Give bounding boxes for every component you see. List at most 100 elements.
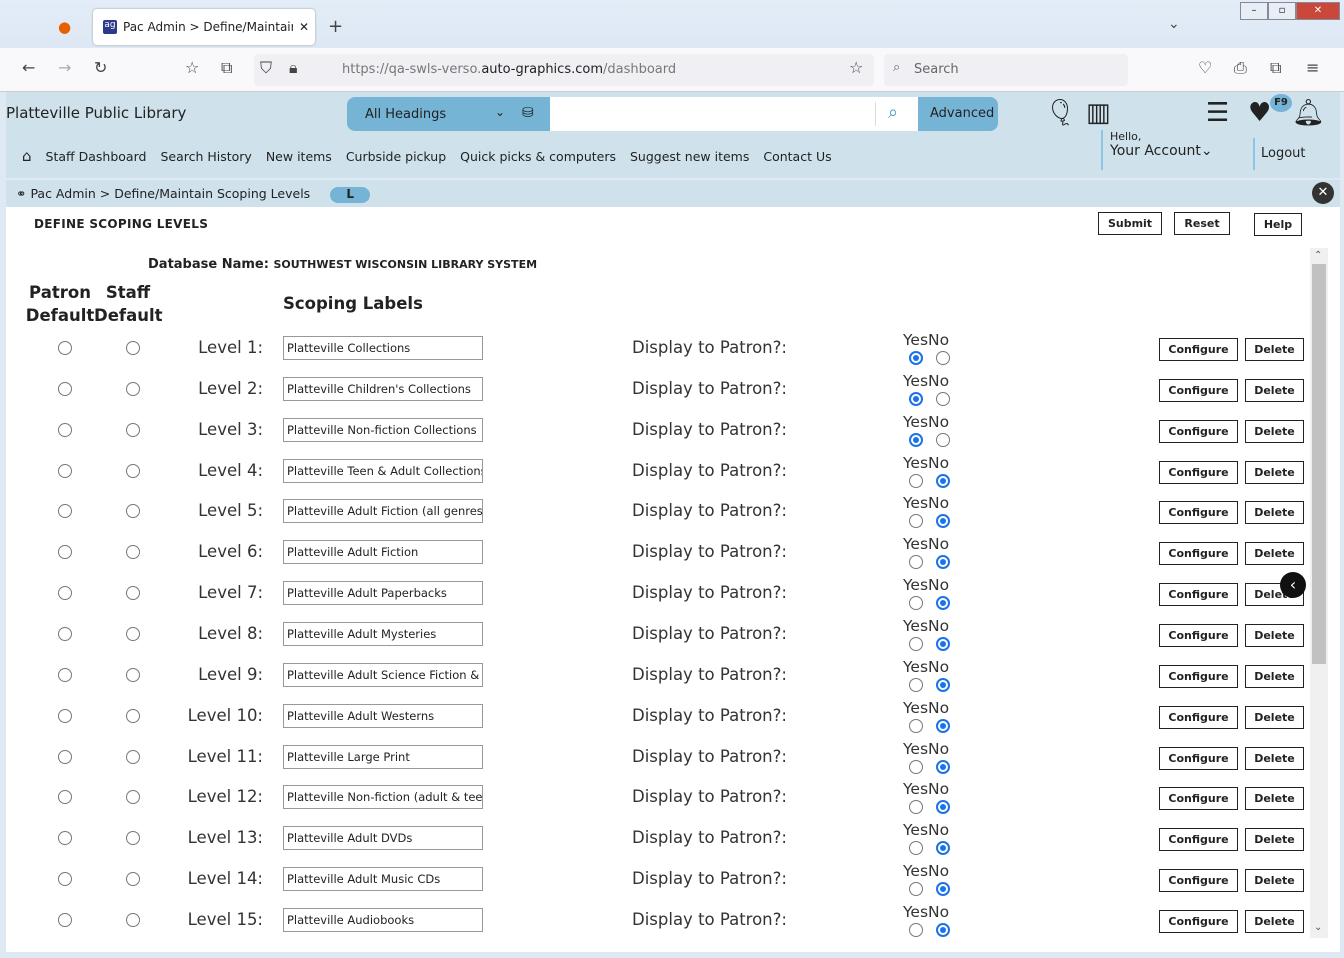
configure-button[interactable]: Configure xyxy=(1159,623,1238,647)
search-scope-select[interactable]: All Headings xyxy=(365,107,446,122)
patron-default-radio[interactable] xyxy=(58,463,72,478)
bookmark-import-icon[interactable]: ☆ xyxy=(185,58,199,77)
chevron-left-icon[interactable]: ‹ xyxy=(1280,572,1306,598)
staff-default-radio[interactable] xyxy=(126,381,140,396)
display-yes-radio[interactable] xyxy=(909,718,923,733)
level-pill[interactable]: L xyxy=(330,187,371,203)
delete-button[interactable]: Delete xyxy=(1245,909,1304,933)
staff-default-radio[interactable] xyxy=(126,626,140,641)
patron-default-radio[interactable] xyxy=(58,912,72,927)
display-yes-radio[interactable] xyxy=(909,596,923,611)
menu-suggest-new-items[interactable]: Suggest new items xyxy=(630,149,749,164)
chevron-down-icon[interactable]: ⌄ xyxy=(495,105,505,119)
scoping-label-input[interactable]: Platteville Adult DVDs xyxy=(283,826,483,851)
delete-button[interactable]: Delete xyxy=(1245,664,1304,688)
scoping-label-input[interactable]: Platteville Adult Mysteries xyxy=(283,621,483,646)
display-no-radio[interactable] xyxy=(936,432,950,447)
shield-icon[interactable]: ⛉ xyxy=(260,58,272,78)
bell-icon[interactable]: 🔔︎ xyxy=(1292,98,1325,128)
configure-button[interactable]: Configure xyxy=(1159,705,1238,729)
advanced-search-button[interactable]: Advanced xyxy=(930,106,994,121)
configure-button[interactable]: Configure xyxy=(1159,378,1238,402)
menu-contact-us[interactable]: Contact Us xyxy=(763,149,831,164)
scoping-label-input[interactable]: Platteville Adult Science Fiction & xyxy=(283,662,483,687)
lock-icon[interactable]: 🔒︎ xyxy=(289,58,298,78)
delete-button[interactable]: Delete xyxy=(1245,746,1304,770)
delete-button[interactable]: Delete xyxy=(1245,787,1304,811)
staff-default-radio[interactable] xyxy=(126,872,140,887)
submit-button[interactable]: Submit xyxy=(1098,212,1162,235)
search-input[interactable] xyxy=(550,97,918,131)
staff-default-radio[interactable] xyxy=(126,749,140,764)
new-tab-icon[interactable]: + xyxy=(328,16,343,37)
logout-link[interactable]: Logout xyxy=(1253,138,1306,170)
bookmark-star-icon[interactable]: ☆ xyxy=(849,58,863,77)
delete-button[interactable]: Delete xyxy=(1245,338,1304,361)
extensions-icon[interactable]: ⧉ xyxy=(1270,58,1281,78)
reload-icon[interactable]: ↻ xyxy=(94,58,107,77)
configure-button[interactable]: Configure xyxy=(1159,583,1238,607)
configure-button[interactable]: Configure xyxy=(1159,869,1238,893)
scoping-label-input[interactable]: Platteville Large Print xyxy=(283,744,483,769)
configure-button[interactable]: Configure xyxy=(1159,338,1238,361)
staff-default-radio[interactable] xyxy=(126,708,140,723)
scoping-label-input[interactable]: Platteville Adult Fiction (all genres xyxy=(283,499,483,524)
configure-button[interactable]: Configure xyxy=(1159,460,1238,484)
scoping-label-input[interactable]: Platteville Adult Music CDs xyxy=(283,867,483,892)
back-icon[interactable]: ← xyxy=(22,58,35,77)
configure-button[interactable]: Configure xyxy=(1159,419,1238,443)
url-bar[interactable]: https://qa-swls-verso.auto-graphics.com/… xyxy=(254,54,874,86)
menu-curbside-pickup[interactable]: Curbside pickup xyxy=(346,149,446,164)
display-yes-radio[interactable] xyxy=(909,636,923,651)
configure-button[interactable]: Configure xyxy=(1159,787,1238,811)
display-no-radio[interactable] xyxy=(936,759,950,774)
breadcrumb-text[interactable]: Pac Admin > Define/Maintain Scoping Leve… xyxy=(30,186,310,201)
menu-search-history[interactable]: Search History xyxy=(160,149,251,164)
patron-default-radio[interactable] xyxy=(58,586,72,601)
delete-button[interactable]: Delete xyxy=(1245,869,1304,893)
patron-default-radio[interactable] xyxy=(58,341,72,355)
search-icon[interactable]: ⌕ xyxy=(875,102,898,126)
display-no-radio[interactable] xyxy=(936,922,950,937)
configure-button[interactable]: Configure xyxy=(1159,542,1238,566)
display-no-radio[interactable] xyxy=(936,596,950,611)
heart-icon[interactable]: ♥ xyxy=(1248,98,1271,128)
display-no-radio[interactable] xyxy=(936,636,950,651)
staff-default-radio[interactable] xyxy=(126,463,140,478)
tab-close-icon[interactable]: ✕ xyxy=(299,20,309,34)
configure-button[interactable]: Configure xyxy=(1159,909,1238,933)
delete-button[interactable]: Delete xyxy=(1245,460,1304,484)
configure-button[interactable]: Configure xyxy=(1159,664,1238,688)
display-yes-radio[interactable] xyxy=(909,922,923,937)
delete-button[interactable]: Delete xyxy=(1245,501,1304,525)
print-icon[interactable]: ⎙ xyxy=(1234,58,1247,78)
browser-tab[interactable]: ag Pac Admin > Define/Maintain S ✕ xyxy=(93,9,315,45)
scoping-label-input[interactable]: Platteville Adult Fiction xyxy=(283,540,483,565)
account-menu[interactable]: Hello, Your Account⌄ xyxy=(1101,130,1213,170)
forward-icon[interactable]: → xyxy=(58,58,71,77)
scrollbar-thumb[interactable] xyxy=(1312,264,1326,664)
maximize-icon[interactable]: ▫ xyxy=(1268,2,1296,20)
display-no-radio[interactable] xyxy=(936,718,950,733)
pocket-icon[interactable]: ♡ xyxy=(1198,58,1212,77)
browser-search-input[interactable]: ⌕ Search xyxy=(884,54,1128,86)
staff-default-radio[interactable] xyxy=(126,667,140,682)
scoping-label-input[interactable]: Platteville Non-fiction (adult & tee xyxy=(283,785,483,810)
delete-button[interactable]: Delete xyxy=(1245,542,1304,566)
delete-button[interactable]: Delete xyxy=(1245,419,1304,443)
display-yes-radio[interactable] xyxy=(909,432,923,447)
scoping-label-input[interactable]: Platteville Collections xyxy=(283,336,483,360)
display-no-radio[interactable] xyxy=(936,882,950,897)
delete-button[interactable]: Delete xyxy=(1245,828,1304,852)
menu-new-items[interactable]: New items xyxy=(266,149,332,164)
delete-button[interactable]: Delete xyxy=(1245,378,1304,402)
scoping-label-input[interactable]: Platteville Children's Collections xyxy=(283,376,483,401)
display-yes-radio[interactable] xyxy=(909,351,923,365)
scoping-label-input[interactable]: Platteville Non-fiction Collections xyxy=(283,417,483,442)
reset-button[interactable]: Reset xyxy=(1174,212,1230,235)
delete-button[interactable]: Delete xyxy=(1245,623,1304,647)
tab-list-icon[interactable]: ⌄ xyxy=(1168,16,1180,32)
window-close-icon[interactable]: ✕ xyxy=(1296,2,1340,20)
patron-default-radio[interactable] xyxy=(58,708,72,723)
scroll-up-icon[interactable]: ⌃ xyxy=(1314,250,1322,261)
